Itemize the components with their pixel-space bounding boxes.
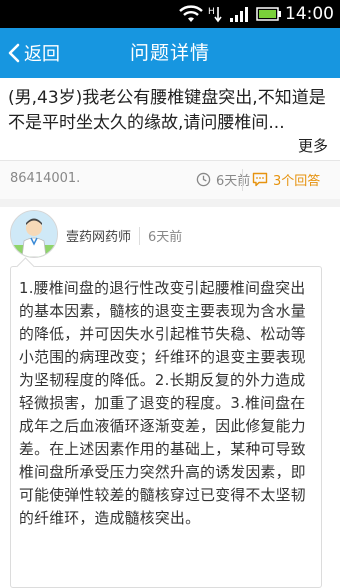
question-meta: 86414001. 6天前 3个回答 bbox=[0, 160, 340, 200]
battery-icon bbox=[256, 7, 281, 21]
meta-divider bbox=[242, 169, 243, 191]
clock-icon bbox=[196, 172, 211, 187]
data-arrows-icon: H bbox=[208, 7, 222, 23]
question-time-label: 6天前 bbox=[216, 174, 251, 189]
app-bar: 返回 问题详情 bbox=[0, 28, 340, 78]
more-button[interactable]: 更多 bbox=[298, 135, 328, 156]
comment-icon bbox=[252, 172, 268, 187]
answers-count-label: 3个回答 bbox=[273, 174, 321, 189]
doctor-avatar bbox=[11, 211, 57, 257]
back-chevron-icon bbox=[8, 43, 20, 63]
wifi-icon bbox=[179, 5, 203, 22]
back-label: 返回 bbox=[24, 44, 60, 65]
bubble-notch bbox=[16, 257, 35, 276]
svg-text:H: H bbox=[208, 7, 215, 17]
question-text: (男,43岁)我老公有腰椎键盘突出,不知道是不是平时坐太久的缘故,请问腰椎间..… bbox=[8, 88, 326, 133]
status-time: 14:00 bbox=[285, 4, 334, 24]
answer-time: 6天前 bbox=[148, 230, 183, 245]
answer-author: 壹药网药师 6天前 bbox=[66, 226, 182, 245]
back-button[interactable]: 返回 bbox=[8, 28, 60, 78]
signal-icon bbox=[230, 7, 248, 22]
section-gap bbox=[0, 199, 340, 207]
answers-count-button[interactable]: 3个回答 bbox=[252, 170, 320, 189]
user-id: 86414001. bbox=[10, 171, 81, 186]
answer-text: 1.腰椎间盘的退行性改变引起腰椎间盘突出的基本因素，髓核的退变主要表现为含水量的… bbox=[19, 280, 306, 527]
author-divider bbox=[139, 226, 141, 245]
answer-bubble: 1.腰椎间盘的退行性改变引起腰椎间盘突出的基本因素，髓核的退变主要表现为含水量的… bbox=[10, 257, 322, 588]
author-name: 壹药网药师 bbox=[66, 230, 132, 245]
avatar[interactable] bbox=[10, 210, 58, 258]
status-bar: H 14:00 bbox=[0, 0, 340, 28]
